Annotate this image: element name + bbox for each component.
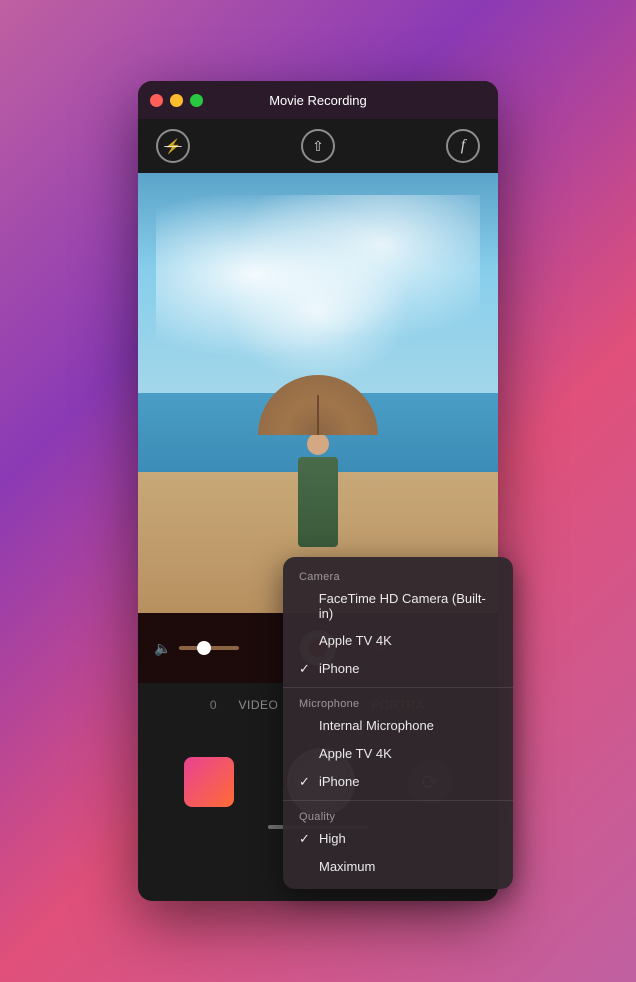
flash-icon: ⚡ <box>164 138 181 155</box>
traffic-lights <box>150 94 203 107</box>
close-button[interactable] <box>150 94 163 107</box>
check-iphone-camera: ✓ <box>299 661 315 677</box>
camera-facetime-label: FaceTime HD Camera (Built-in) <box>319 591 497 621</box>
quality-item-maximum[interactable]: ✓ Maximum <box>283 853 513 881</box>
camera-item-appletv[interactable]: ✓ Apple TV 4K <box>283 627 513 655</box>
umbrella <box>258 375 378 435</box>
mode-number: 0 <box>210 698 217 712</box>
volume-section: 🔈 <box>154 640 282 657</box>
mode-video[interactable]: VIDEO <box>237 694 281 716</box>
f-label: f <box>461 137 465 155</box>
top-controls: ⚡ ⇧ f <box>138 119 498 173</box>
flash-button[interactable]: ⚡ <box>156 129 190 163</box>
volume-slider[interactable] <box>179 646 239 650</box>
f-button[interactable]: f <box>446 129 480 163</box>
photo-thumbnail[interactable] <box>184 757 234 807</box>
camera-section-header: Camera <box>283 565 513 585</box>
app-window: Movie Recording ⚡ ⇧ f 🔈 <box>138 81 498 901</box>
check-high-quality: ✓ <box>299 831 315 847</box>
divider-1 <box>283 687 513 688</box>
volume-thumb <box>197 641 211 655</box>
person-figure <box>258 375 378 547</box>
quality-maximum-label: Maximum <box>319 859 375 874</box>
titlebar: Movie Recording <box>138 81 498 119</box>
microphone-section-header: Microphone <box>283 692 513 712</box>
maximize-button[interactable] <box>190 94 203 107</box>
mic-item-appletv[interactable]: ✓ Apple TV 4K <box>283 740 513 768</box>
divider-2 <box>283 800 513 801</box>
window-title: Movie Recording <box>269 93 367 108</box>
person-body <box>298 457 338 547</box>
quality-high-label: High <box>319 831 346 846</box>
chevron-icon: ⇧ <box>312 138 324 155</box>
dropdown-menu: Camera ✓ FaceTime HD Camera (Built-in) ✓… <box>283 557 513 889</box>
quality-item-high[interactable]: ✓ High <box>283 825 513 853</box>
person-head <box>307 433 329 455</box>
camera-iphone-label: iPhone <box>319 661 359 676</box>
camera-item-facetime[interactable]: ✓ FaceTime HD Camera (Built-in) <box>283 585 513 627</box>
quality-section-header: Quality <box>283 805 513 825</box>
mic-item-internal[interactable]: ✓ Internal Microphone <box>283 712 513 740</box>
chevron-up-button[interactable]: ⇧ <box>301 129 335 163</box>
camera-appletv-label: Apple TV 4K <box>319 633 392 648</box>
mic-internal-label: Internal Microphone <box>319 718 434 733</box>
check-iphone-mic: ✓ <box>299 774 315 790</box>
mic-appletv-label: Apple TV 4K <box>319 746 392 761</box>
mic-iphone-label: iPhone <box>319 774 359 789</box>
volume-icon: 🔈 <box>154 640 171 657</box>
camera-item-iphone[interactable]: ✓ iPhone <box>283 655 513 683</box>
minimize-button[interactable] <box>170 94 183 107</box>
mic-item-iphone[interactable]: ✓ iPhone <box>283 768 513 796</box>
camera-viewfinder <box>138 173 498 613</box>
